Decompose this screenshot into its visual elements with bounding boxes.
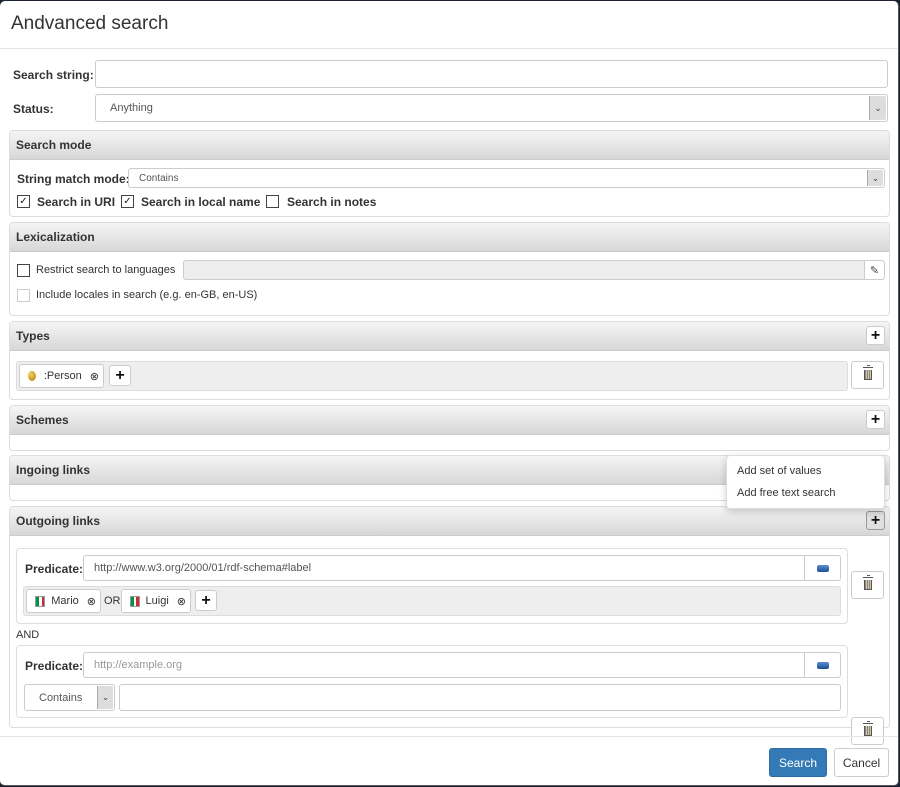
trash-icon [862,575,873,590]
property-icon [816,564,829,572]
menu-item-add-free-text-search[interactable]: Add free text search [737,487,835,499]
value-chip[interactable]: Mario ⊗ [26,589,101,613]
search-in-local-name-label[interactable]: Search in local name [141,195,260,209]
status-label: Status: [13,102,54,116]
italy-flag-icon [35,595,46,607]
remove-icon[interactable]: ⊗ [87,595,96,608]
restrict-languages-label[interactable]: Restrict search to languages [36,264,175,276]
string-match-mode-value: Contains [139,172,179,184]
value-chip[interactable]: Luigi ⊗ [121,589,191,613]
chevron-down-icon: ⌄ [869,96,886,120]
dialog-header: Andvanced search [0,1,898,49]
schemes-heading: Schemes + [10,406,889,435]
search-in-notes-checkbox[interactable] [266,195,279,208]
match-mode-value: Contains [39,691,83,704]
type-chip-label: :Person [43,370,82,382]
outgoing-filter: Predicate: http://www.w3.org/2000/01/rdf… [16,548,848,624]
schemes-panel: Schemes + [9,405,890,451]
types-list: :Person ⊗ + [16,361,848,391]
dialog-body: Search string: Status: Anything ⌄ Search… [0,49,898,745]
search-string-input[interactable] [95,60,888,88]
add-scheme-button[interactable]: + [866,410,885,429]
string-match-mode-label: String match mode: [17,172,130,186]
outgoing-filter: Predicate: http://example.org Contains ⌄ [16,645,848,718]
and-label: AND [16,629,40,641]
delete-filter-button[interactable] [851,571,884,599]
lexicalization-heading: Lexicalization [10,223,889,252]
search-mode-heading: Search mode [10,131,889,160]
predicate-label: Predicate: [25,562,84,576]
chevron-down-icon: ⌄ [867,170,883,186]
schemes-heading-label: Schemes [16,413,69,427]
class-bullet-icon [28,371,36,381]
pick-predicate-button[interactable] [804,653,840,677]
languages-input[interactable] [183,260,885,280]
predicate-label: Predicate: [25,659,84,673]
delete-types-button[interactable] [851,361,884,389]
outgoing-links-heading: Outgoing links + [10,507,889,536]
search-button[interactable]: Search [769,748,827,777]
free-text-input[interactable] [119,684,841,711]
match-mode-select[interactable]: Contains ⌄ [24,684,115,711]
or-label: OR [104,595,121,607]
dialog-footer: Search Cancel [0,736,898,785]
add-outgoing-link-button[interactable]: + [866,511,885,530]
add-link-menu: Add set of values Add free text search [726,455,885,509]
predicate-value: http://www.w3.org/2000/01/rdf-schema#lab… [94,562,312,574]
value-chip-label: Luigi [145,595,169,607]
add-type-button[interactable]: + [866,326,885,345]
advanced-search-dialog: Andvanced search Search string: Status: … [0,1,899,786]
trash-icon [862,365,873,380]
property-icon [816,661,829,669]
values-list: Mario ⊗ OR Luigi ⊗ + [23,586,841,616]
include-locales-checkbox[interactable] [17,289,30,302]
chevron-down-icon: ⌄ [97,686,113,709]
lexicalization-panel: Lexicalization Restrict search to langua… [9,222,890,316]
string-match-mode-select[interactable]: Contains ⌄ [128,168,885,188]
type-chip[interactable]: :Person ⊗ [19,364,104,388]
include-locales-label: Include locales in search (e.g. en-GB, e… [36,289,258,301]
value-chip-label: Mario [51,595,79,607]
outgoing-links-heading-label: Outgoing links [16,514,100,528]
status-select[interactable]: Anything ⌄ [95,94,888,122]
edit-languages-button[interactable]: ✎ [864,261,884,279]
types-heading: Types + [10,322,889,351]
types-panel: Types + :Person ⊗ + [9,321,890,400]
restrict-languages-checkbox[interactable] [17,264,30,277]
search-in-notes-label[interactable]: Search in notes [287,195,376,209]
add-value-button[interactable]: + [195,590,217,611]
italy-flag-icon [130,595,140,607]
predicate-placeholder: http://example.org [94,659,183,671]
status-select-value: Anything [110,102,153,114]
cancel-button[interactable]: Cancel [834,748,889,777]
remove-icon[interactable]: ⊗ [90,370,99,383]
types-heading-label: Types [16,329,50,343]
dialog-title: Andvanced search [11,13,169,34]
predicate-input[interactable]: http://example.org [83,652,841,678]
ingoing-links-heading-label: Ingoing links [16,463,90,477]
search-string-label: Search string: [13,68,94,82]
pencil-icon: ✎ [869,264,880,277]
predicate-input[interactable]: http://www.w3.org/2000/01/rdf-schema#lab… [83,555,841,581]
trash-icon [862,721,873,736]
menu-item-add-set-of-values[interactable]: Add set of values [737,465,821,477]
search-in-uri-checkbox[interactable]: ✓ [17,195,30,208]
pick-predicate-button[interactable] [804,556,840,580]
add-type-value-button[interactable]: + [109,365,131,386]
outgoing-links-panel: Outgoing links + Predicate: http://www.w… [9,506,890,745]
search-mode-panel: Search mode String match mode: Contains … [9,130,890,217]
search-in-local-name-checkbox[interactable]: ✓ [121,195,134,208]
search-in-uri-label[interactable]: Search in URI [37,195,115,209]
remove-icon[interactable]: ⊗ [177,595,186,608]
